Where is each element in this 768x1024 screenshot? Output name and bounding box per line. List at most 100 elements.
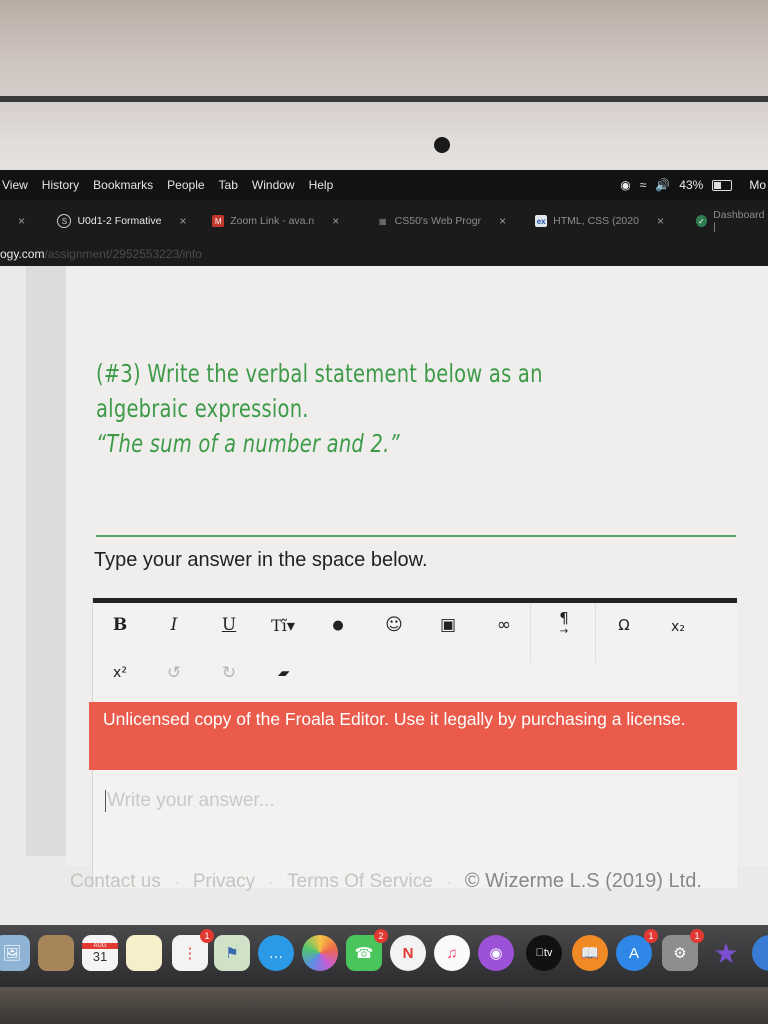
redo-icon: ↻: [221, 663, 237, 683]
emoticons-button[interactable]: ☺: [379, 610, 409, 640]
special-characters-button[interactable]: Ω: [609, 610, 639, 640]
menu-tab[interactable]: Tab: [212, 178, 245, 192]
arrow-right-icon: →: [559, 626, 569, 637]
dock-system-preferences[interactable]: ⚙ 1: [662, 929, 704, 971]
menu-history[interactable]: History: [35, 178, 86, 192]
footer-link-privacy[interactable]: Privacy: [193, 871, 255, 893]
paragraph-format-button[interactable]: ¶ →: [549, 610, 579, 640]
dock-books[interactable]: 📖: [572, 935, 608, 971]
address-bar[interactable]: ogy.com /assignment/2952553223/info: [0, 242, 768, 266]
close-tab-icon[interactable]: ×: [18, 214, 25, 228]
menu-view[interactable]: View: [0, 178, 35, 192]
undo-button[interactable]: ↺: [159, 658, 189, 688]
menu-window[interactable]: Window: [245, 178, 302, 192]
dock-app-partial[interactable]: [752, 935, 768, 971]
tab-title: Zoom Link - ava.n: [230, 215, 315, 227]
browser-tab[interactable]: ✓ Dashboard |: [690, 200, 768, 242]
badge: 2: [374, 929, 388, 943]
subscript-icon: x₂: [671, 619, 685, 635]
laptop-bezel-edge: [0, 96, 768, 102]
menu-help[interactable]: Help: [302, 178, 341, 192]
assignment-card: (#3) Write the verbal statement below as…: [66, 266, 768, 888]
wifi-icon[interactable]: ≈: [640, 178, 647, 192]
preview-icon: 🖼: [2, 945, 22, 962]
tab-title: Dashboard |: [713, 209, 765, 233]
browser-tab-active[interactable]: S U0d1-2 Formative ×: [57, 200, 202, 242]
dock-imovie[interactable]: ★: [708, 935, 744, 971]
image-icon: ▣: [439, 615, 457, 635]
browser-tab[interactable]: M Zoom Link - ava.n ×: [202, 200, 366, 242]
answer-instruction: Type your answer in the space below.: [94, 549, 428, 571]
answer-input[interactable]: [105, 786, 709, 816]
clock[interactable]: Mo: [749, 178, 766, 192]
browser-tab-bar: × S U0d1-2 Formative × M Zoom Link - ava…: [0, 200, 768, 242]
badge: 1: [200, 929, 214, 943]
dashboard-favicon-icon: ✓: [695, 215, 708, 227]
menu-bookmarks[interactable]: Bookmarks: [86, 178, 160, 192]
italic-button[interactable]: I: [159, 610, 189, 640]
text-color-button[interactable]: ●: [323, 610, 353, 640]
toolbar-separator: [595, 603, 596, 663]
font-size-button[interactable]: Tĩ▾: [263, 610, 303, 640]
dock-news[interactable]: N: [390, 935, 426, 971]
page-content: (#3) Write the verbal statement below as…: [0, 266, 768, 925]
messages-icon: …: [268, 944, 284, 962]
superscript-button[interactable]: x²: [105, 658, 135, 688]
badge: 1: [644, 929, 658, 943]
footer-link-contact[interactable]: Contact us: [70, 871, 161, 893]
footer-separator: ·: [446, 874, 451, 889]
volume-icon[interactable]: 🔊: [655, 178, 670, 192]
browser-tab[interactable]: ▦ CS50's Web Progr ×: [367, 200, 530, 242]
gear-icon: ⚙: [673, 945, 687, 962]
redo-button[interactable]: ↻: [214, 658, 244, 688]
footer-separator: ·: [269, 874, 274, 889]
dock-notes[interactable]: [126, 935, 162, 971]
webcam: [434, 137, 450, 153]
dock-facetime[interactable]: ☎ 2: [346, 929, 388, 971]
apple-tv-icon: tv: [536, 947, 553, 959]
dock-preview[interactable]: 🖼: [0, 935, 30, 971]
dock-maps[interactable]: ⚑: [214, 935, 250, 971]
dock-app-store[interactable]: A1: [616, 929, 658, 971]
browser-tab[interactable]: ×: [0, 200, 57, 242]
insert-link-button[interactable]: ∞: [489, 610, 519, 640]
facetime-icon: ☎: [354, 945, 374, 962]
eraser-icon: ▰: [276, 665, 292, 681]
cs50-favicon-icon: ▦: [378, 216, 387, 226]
zoom-camera-icon[interactable]: ◉: [620, 178, 630, 192]
footer-link-terms[interactable]: Terms Of Service: [287, 871, 433, 893]
star-icon: ★: [713, 937, 739, 969]
battery-percent: 43%: [679, 178, 704, 192]
close-tab-icon[interactable]: ×: [657, 214, 664, 228]
dock-apple-tv[interactable]: tv: [526, 935, 562, 971]
close-tab-icon[interactable]: ×: [332, 214, 339, 228]
dock-reminders[interactable]: ⋮ 1: [172, 929, 214, 971]
clear-formatting-button[interactable]: ▰: [264, 658, 305, 688]
dock-calendar[interactable]: AUG 31: [82, 935, 118, 971]
schoology-favicon-icon: S: [57, 214, 72, 228]
dock-messages[interactable]: …: [258, 935, 294, 971]
dock-music[interactable]: ♫: [434, 935, 470, 971]
battery-icon[interactable]: [712, 179, 733, 191]
question-text: (#3) Write the verbal statement below as…: [96, 356, 603, 461]
dock-contacts[interactable]: [38, 935, 74, 971]
pilcrow-icon: ¶: [559, 609, 569, 627]
close-tab-icon[interactable]: ×: [499, 214, 506, 228]
dock-podcasts[interactable]: ◉: [478, 935, 514, 971]
close-tab-icon[interactable]: ×: [179, 214, 186, 228]
dock-photos[interactable]: [302, 935, 338, 971]
laptop-keyboard-edge: [0, 987, 768, 1024]
insert-image-button[interactable]: ▣: [433, 610, 463, 640]
droplet-icon: ●: [332, 617, 344, 633]
question-line: algebraic expression.: [96, 394, 309, 423]
copyright-text: © Wizerme L.S (2019) Ltd.: [464, 870, 702, 892]
page-footer: Contact us · Privacy · Terms Of Service …: [70, 870, 702, 893]
underline-button[interactable]: U: [214, 610, 244, 640]
browser-tab[interactable]: ex HTML, CSS (2020 ×: [529, 200, 689, 242]
books-icon: 📖: [580, 945, 600, 962]
froala-editor: B I U Tĩ▾ ● ☺ ▣ ∞ ¶ → Ω x₂ x² ↺ ↻ ▰ Unlic…: [89, 598, 737, 888]
subscript-button[interactable]: x₂: [663, 612, 693, 642]
menu-people[interactable]: People: [160, 178, 211, 192]
url-host: ogy.com: [0, 247, 45, 261]
bold-button[interactable]: B: [105, 610, 135, 640]
